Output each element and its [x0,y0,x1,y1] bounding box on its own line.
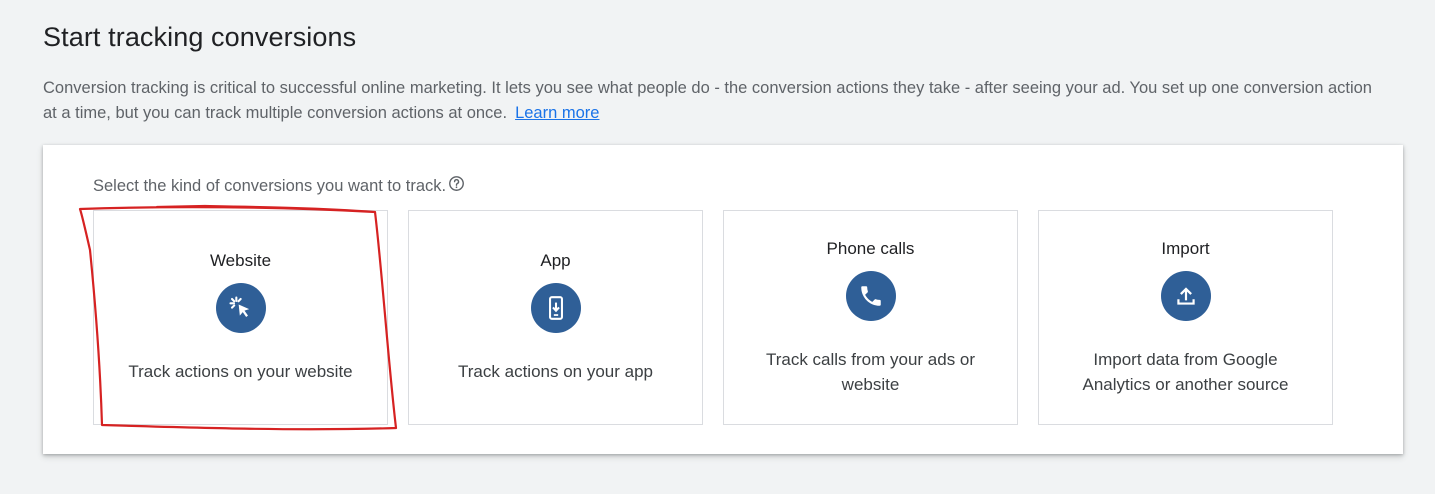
card-website[interactable]: Website Track actions on your website [93,210,388,425]
learn-more-link[interactable]: Learn more [515,104,599,122]
card-description: Import data from Google Analytics or ano… [1082,349,1289,394]
card-description: Track actions on your app [458,362,653,381]
page-title: Start tracking conversions [43,22,357,52]
card-description: Track actions on your website [128,362,353,381]
upload-icon [1160,270,1211,321]
card-app[interactable]: App Track actions on your app [408,210,703,425]
conversion-type-panel: Select the kind of conversions you want … [43,145,1403,454]
card-title: Phone calls [826,238,915,258]
panel-prompt: Select the kind of conversions you want … [93,175,465,196]
phone-call-icon [845,270,896,321]
card-title: Website [209,251,272,270]
intro-description: Conversion tracking is critical to succe… [43,79,1372,122]
panel-prompt-text: Select the kind of conversions you want … [93,177,447,195]
phone-download-icon [530,283,581,333]
card-phone-calls[interactable]: Phone calls Track calls from your ads or… [723,210,1018,425]
card-import[interactable]: Import Import data from Google Analytics… [1038,210,1333,425]
cursor-click-icon [215,283,266,333]
card-description: Track calls from your ads or website [765,349,976,394]
card-title: App [540,251,571,270]
help-icon[interactable] [448,175,465,192]
intro-text: Conversion tracking is critical to succe… [43,76,1383,126]
card-title: Import [1161,238,1210,258]
